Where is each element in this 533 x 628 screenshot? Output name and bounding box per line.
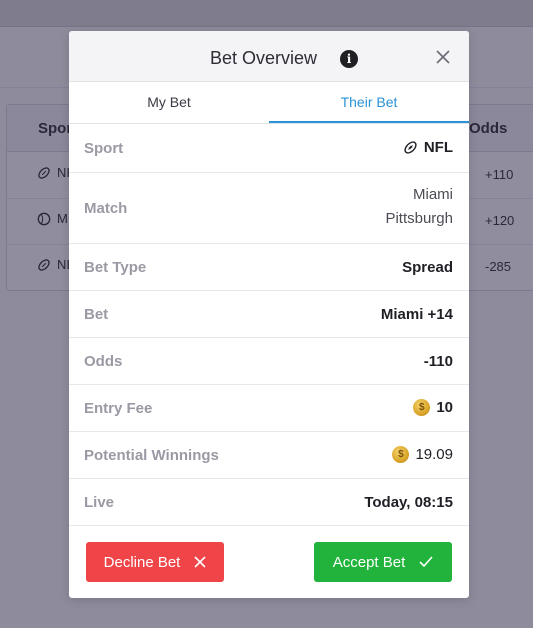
x-icon xyxy=(194,556,206,568)
decline-bet-button[interactable]: Decline Bet xyxy=(86,542,224,582)
live-label: Live xyxy=(84,494,115,511)
detail-row-bet-type: Bet Type Spread xyxy=(69,244,469,291)
football-icon xyxy=(38,258,50,271)
odds-label: Odds xyxy=(84,353,123,370)
football-icon xyxy=(38,166,50,179)
info-icon[interactable]: i xyxy=(340,50,358,68)
modal-footer: Decline Bet Accept Bet xyxy=(69,526,469,598)
sport-value: NFL xyxy=(423,139,453,156)
match-team-2: Pittsburgh xyxy=(385,210,453,227)
sport-value-container: NFL xyxy=(403,139,453,156)
tab-my-bet[interactable]: My Bet xyxy=(69,82,269,122)
football-icon xyxy=(404,141,417,154)
sport-cell: M xyxy=(57,211,68,226)
odds-column-header: Odds xyxy=(469,120,508,137)
detail-row-entry-fee: Entry Fee 10 xyxy=(69,385,469,432)
decline-bet-label: Decline Bet xyxy=(103,553,181,571)
bet-type-label: Bet Type xyxy=(84,259,147,276)
entry-fee-value: 10 xyxy=(436,399,453,416)
sport-label: Sport xyxy=(84,140,124,157)
detail-row-match: Match Miami Pittsburgh xyxy=(69,173,469,244)
coin-icon xyxy=(413,399,431,416)
bet-value: Miami +14 xyxy=(380,306,453,323)
bet-type-value: Spread xyxy=(402,259,453,276)
bet-label: Bet xyxy=(84,306,109,323)
tab-their-bet[interactable]: Their Bet xyxy=(269,82,469,123)
coin-icon xyxy=(392,446,410,463)
live-value: Today, 08:15 xyxy=(364,494,453,511)
odds-cell: -285 xyxy=(485,259,512,274)
potential-winnings-label: Potential Winnings xyxy=(84,447,219,464)
odds-value: -110 xyxy=(423,353,453,370)
baseball-icon xyxy=(37,212,51,225)
detail-row-live: Live Today, 08:15 xyxy=(69,479,469,526)
accept-bet-button[interactable]: Accept Bet xyxy=(314,542,452,582)
match-value: Miami Pittsburgh xyxy=(385,183,453,231)
detail-row-sport: Sport NFL xyxy=(69,124,469,173)
entry-fee-value-container: 10 xyxy=(413,399,453,416)
modal-title: Bet Overview xyxy=(210,48,318,68)
odds-cell: +110 xyxy=(485,167,514,182)
potential-winnings-value: 19.09 xyxy=(415,446,453,463)
checkmark-icon xyxy=(419,556,433,568)
sport-column-header: Spor xyxy=(38,120,73,137)
match-team-1: Miami xyxy=(413,186,453,203)
match-label: Match xyxy=(84,200,128,217)
detail-row-potential-winnings: Potential Winnings 19.09 xyxy=(69,432,469,479)
odds-cell: +120 xyxy=(485,213,515,228)
detail-row-bet: Bet Miami +14 xyxy=(69,291,469,338)
entry-fee-label: Entry Fee xyxy=(84,400,153,417)
bet-overview-modal: Bet Overview i My Bet Their Bet Sport NF… xyxy=(69,31,469,598)
accept-bet-label: Accept Bet xyxy=(332,553,406,571)
modal-header: Bet Overview i xyxy=(69,31,469,82)
background-topbar xyxy=(0,0,533,27)
tabs: My Bet Their Bet xyxy=(69,82,469,124)
potential-winnings-value-container: 19.09 xyxy=(392,446,453,463)
close-icon[interactable] xyxy=(435,49,451,65)
detail-row-odds: Odds -110 xyxy=(69,338,469,385)
